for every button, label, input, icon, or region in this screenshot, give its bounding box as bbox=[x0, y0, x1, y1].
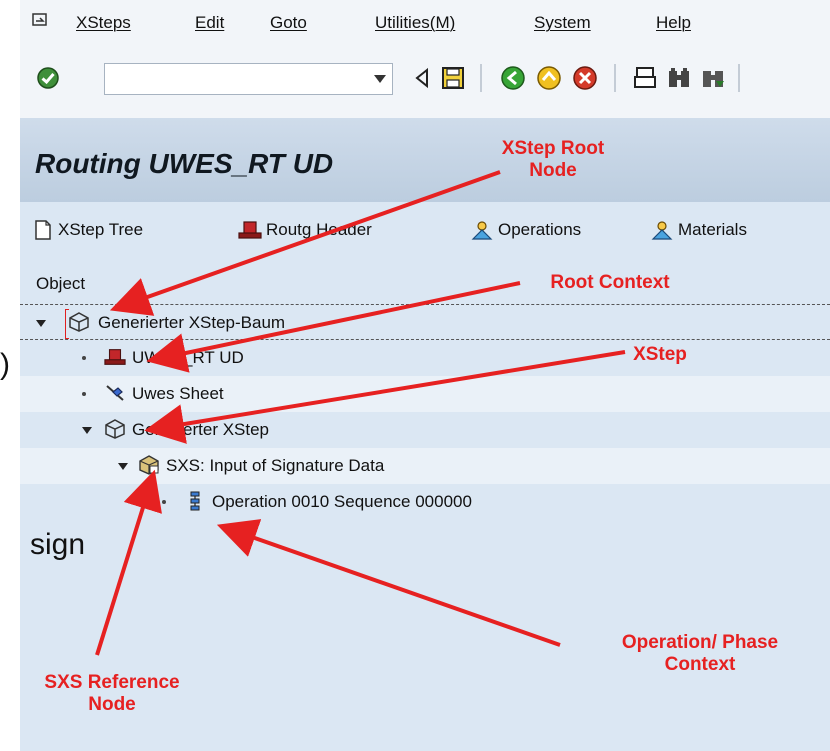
command-field[interactable] bbox=[104, 63, 393, 95]
find-next-icon[interactable] bbox=[700, 65, 726, 91]
cancel-icon[interactable] bbox=[572, 65, 598, 91]
materials-button[interactable]: Materials bbox=[650, 216, 747, 244]
system-menu-icon[interactable] bbox=[32, 12, 48, 28]
sxs-icon bbox=[139, 455, 159, 475]
expand-triangle-icon[interactable] bbox=[82, 427, 92, 434]
tree-node-operation[interactable]: Operation 0010 Sequence 000000 bbox=[20, 484, 830, 520]
chevron-down-icon[interactable] bbox=[374, 75, 386, 83]
save-icon[interactable] bbox=[440, 65, 466, 91]
operations-label: Operations bbox=[498, 220, 582, 239]
hat-icon bbox=[238, 221, 262, 239]
enter-check-icon[interactable] bbox=[36, 66, 60, 90]
annotation-xstep: XStep bbox=[633, 344, 687, 365]
green-back-icon[interactable] bbox=[500, 65, 526, 91]
background-text-fragment: ) bbox=[0, 348, 10, 381]
toolbar-separator bbox=[738, 64, 740, 92]
tree-node-sxs[interactable]: SXS: Input of Signature Data bbox=[20, 448, 830, 484]
toolbar-separator bbox=[480, 64, 482, 92]
cube-icon bbox=[69, 312, 89, 332]
application-toolbar: XStep Tree Routg Header Operations Mater… bbox=[20, 202, 830, 258]
tree-node-root[interactable]: Generierter XStep-Baum bbox=[20, 304, 830, 340]
toolbar-separator bbox=[614, 64, 616, 92]
tree-node-label: Generierter XStep bbox=[132, 420, 270, 439]
page-title: Routing UWES_RT UD bbox=[35, 148, 334, 179]
menu-goto[interactable]: Goto bbox=[270, 13, 307, 33]
command-input[interactable] bbox=[109, 65, 368, 95]
print-icon[interactable] bbox=[632, 65, 658, 91]
tree-node-label: Generierter XStep-Baum bbox=[98, 313, 286, 332]
leaf-dot-icon bbox=[162, 500, 166, 504]
menu-utilities[interactable]: Utilities(M) bbox=[375, 13, 455, 33]
tree-node-label: SXS: Input of Signature Data bbox=[166, 456, 385, 475]
expand-triangle-icon[interactable] bbox=[36, 320, 46, 327]
xstep-tree-label: XStep Tree bbox=[58, 220, 144, 239]
cube-icon bbox=[105, 419, 125, 439]
operations-icon bbox=[471, 221, 493, 240]
sheet-icon bbox=[106, 385, 124, 401]
background-text-fragment: sign bbox=[30, 528, 86, 561]
xstep-tree-button[interactable]: XStep Tree bbox=[32, 216, 143, 244]
routing-header-button[interactable]: Routg Header bbox=[238, 216, 372, 244]
annotation-xstep-root-node: XStep Root Node bbox=[501, 138, 605, 181]
menu-xsteps[interactable]: XSteps bbox=[76, 13, 131, 33]
tree-node-label: Uwes Sheet bbox=[132, 384, 224, 403]
exit-icon[interactable] bbox=[536, 65, 562, 91]
tree-node-label: UWES_RT UD bbox=[132, 348, 244, 367]
tree-column-header: Object bbox=[20, 264, 830, 304]
tree-node-label: Operation 0010 Sequence 000000 bbox=[212, 492, 472, 511]
tree-node-xstep[interactable]: Generierter XStep bbox=[20, 412, 830, 448]
materials-icon bbox=[651, 221, 673, 240]
annotation-operation-phase-context: Operation/ Phase Context bbox=[621, 632, 779, 675]
column-header-object: Object bbox=[36, 274, 86, 293]
materials-label: Materials bbox=[678, 220, 747, 239]
routing-header-label: Routg Header bbox=[266, 220, 372, 239]
back-icon[interactable] bbox=[410, 65, 436, 91]
annotation-root-context: Root Context bbox=[550, 272, 670, 293]
menu-edit[interactable]: Edit bbox=[195, 13, 224, 33]
expand-triangle-icon[interactable] bbox=[118, 463, 128, 470]
leaf-dot-icon bbox=[82, 356, 86, 360]
standard-toolbar bbox=[20, 48, 830, 118]
tree-node-sheet[interactable]: Uwes Sheet bbox=[20, 376, 830, 412]
operation-sequence-icon bbox=[190, 491, 200, 511]
menu-system[interactable]: System bbox=[534, 13, 591, 33]
menu-help[interactable]: Help bbox=[656, 13, 691, 33]
tree-node-routing-header[interactable]: UWES_RT UD bbox=[20, 340, 830, 376]
document-icon bbox=[35, 220, 51, 240]
annotation-sxs-reference-node: SXS Reference Node bbox=[44, 672, 180, 715]
hat-icon bbox=[104, 349, 126, 365]
operations-button[interactable]: Operations bbox=[470, 216, 581, 244]
find-icon[interactable] bbox=[666, 65, 692, 91]
title-bar: Routing UWES_RT UD bbox=[20, 118, 830, 202]
menu-bar: XSteps Edit Goto Utilities(M) System Hel… bbox=[20, 0, 830, 48]
leaf-dot-icon bbox=[82, 392, 86, 396]
